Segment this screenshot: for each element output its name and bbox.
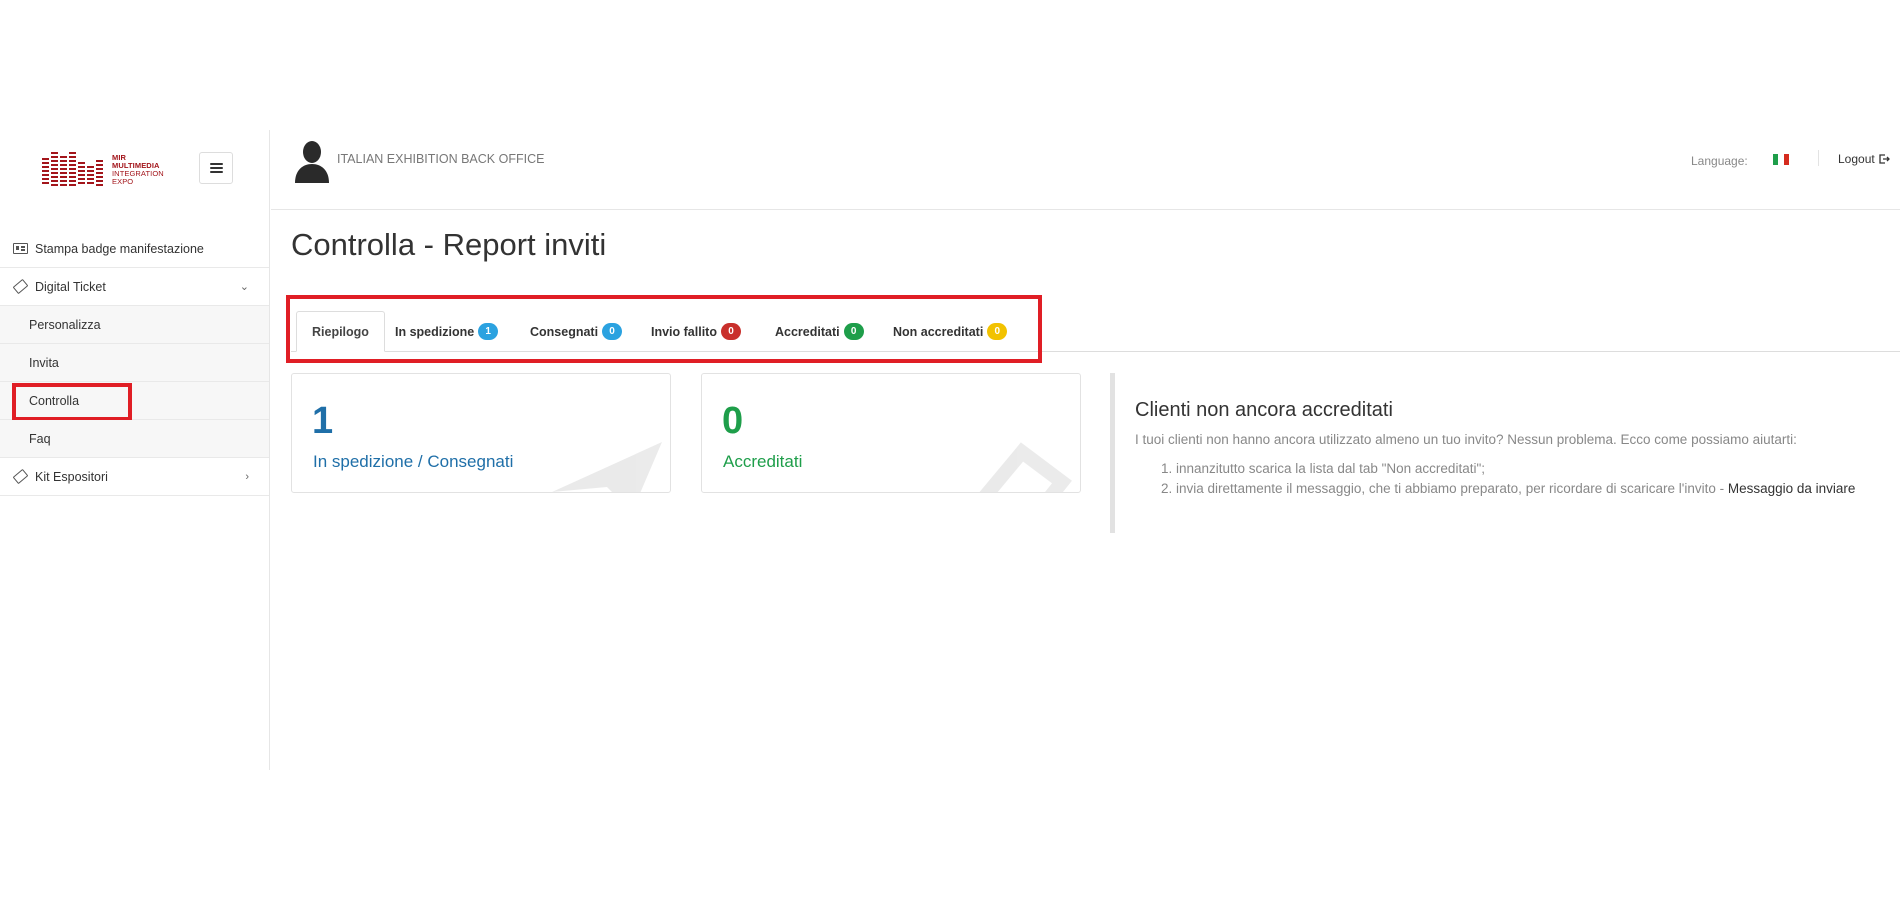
sidebar-item-label: Digital Ticket	[35, 279, 106, 294]
callout-step-text: innanzitutto scarica la lista dal tab "N…	[1176, 461, 1485, 476]
sidebar: MIR MULTIMEDIA INTEGRATION EXPO Stampa b…	[0, 130, 270, 770]
sidebar-subitem-label: Faq	[29, 431, 51, 446]
card-in-spedizione[interactable]: 1 In spedizione / Consegnati	[291, 373, 671, 493]
logo[interactable]: MIR MULTIMEDIA INTEGRATION EXPO	[42, 152, 164, 186]
card-label: In spedizione / Consegnati	[313, 452, 514, 471]
logout-icon	[1879, 154, 1890, 164]
badge-icon	[12, 242, 28, 256]
header-divider	[1818, 150, 1819, 166]
card-label: Accreditati	[723, 452, 803, 471]
callout-title: Clienti non ancora accreditati	[1135, 399, 1393, 421]
card-number: 1	[312, 400, 334, 442]
callout-step-text: invia direttamente il messaggio, che ti …	[1176, 481, 1728, 496]
ticket-icon	[12, 278, 28, 295]
logo-area: MIR MULTIMEDIA INTEGRATION EXPO	[0, 130, 269, 230]
chevron-right-icon: ›	[245, 470, 249, 483]
chevron-down-icon: ⌄	[239, 281, 249, 293]
info-callout: Clienti non ancora accreditati I tuoi cl…	[1110, 373, 1890, 533]
logo-mark-icon	[42, 152, 106, 186]
sidebar-subitem-faq[interactable]: Faq	[0, 420, 269, 458]
card-number: 0	[722, 400, 744, 442]
sidebar-item-digital-ticket[interactable]: Digital Ticket ⌄	[0, 268, 269, 306]
hamburger-menu-button[interactable]	[199, 152, 233, 184]
callout-step-1: innanzitutto scarica la lista dal tab "N…	[1176, 459, 1890, 479]
callout-text: I tuoi clienti non hanno ancora utilizza…	[1135, 432, 1797, 447]
ticket-icon	[12, 468, 28, 485]
app-title: ITALIAN EXHIBITION BACK OFFICE	[337, 152, 545, 166]
hamburger-icon	[209, 163, 223, 173]
italian-flag-icon[interactable]	[1773, 154, 1789, 165]
paper-plane-icon	[552, 442, 662, 492]
card-accreditati[interactable]: 0 Accreditati	[701, 373, 1081, 493]
logo-text: MIR MULTIMEDIA INTEGRATION EXPO	[112, 152, 164, 186]
logo-line-4: EXPO	[112, 177, 134, 186]
message-link[interactable]: Messaggio da inviare	[1728, 481, 1856, 496]
controlla-highlight-box	[12, 383, 132, 421]
sidebar-item-stampa-badge[interactable]: Stampa badge manifestazione	[0, 230, 269, 268]
user-avatar-icon	[295, 141, 329, 183]
callout-steps: innanzitutto scarica la lista dal tab "N…	[1135, 459, 1890, 499]
sidebar-subitem-label: Personalizza	[29, 317, 101, 332]
callout-step-2: invia direttamente il messaggio, che ti …	[1176, 479, 1890, 499]
sidebar-item-label: Kit Espositori	[35, 469, 108, 484]
language-label: Language:	[1691, 154, 1748, 168]
tabs-highlight-box	[286, 295, 1042, 363]
logout-link[interactable]: Logout	[1838, 152, 1890, 166]
sidebar-subitem-personalizza[interactable]: Personalizza	[0, 306, 269, 344]
sidebar-item-label: Stampa badge manifestazione	[35, 241, 204, 256]
page-title: Controlla - Report inviti	[291, 227, 607, 262]
sidebar-subitem-label: Invita	[29, 355, 59, 370]
logout-label: Logout	[1838, 152, 1875, 166]
ticket-icon	[979, 442, 1072, 492]
sidebar-item-kit-espositori[interactable]: Kit Espositori ›	[0, 458, 269, 496]
top-header: ITALIAN EXHIBITION BACK OFFICE Language:…	[271, 130, 1900, 210]
sidebar-subitem-controlla[interactable]: Controlla	[0, 382, 269, 421]
sidebar-subitem-invita[interactable]: Invita	[0, 344, 269, 382]
